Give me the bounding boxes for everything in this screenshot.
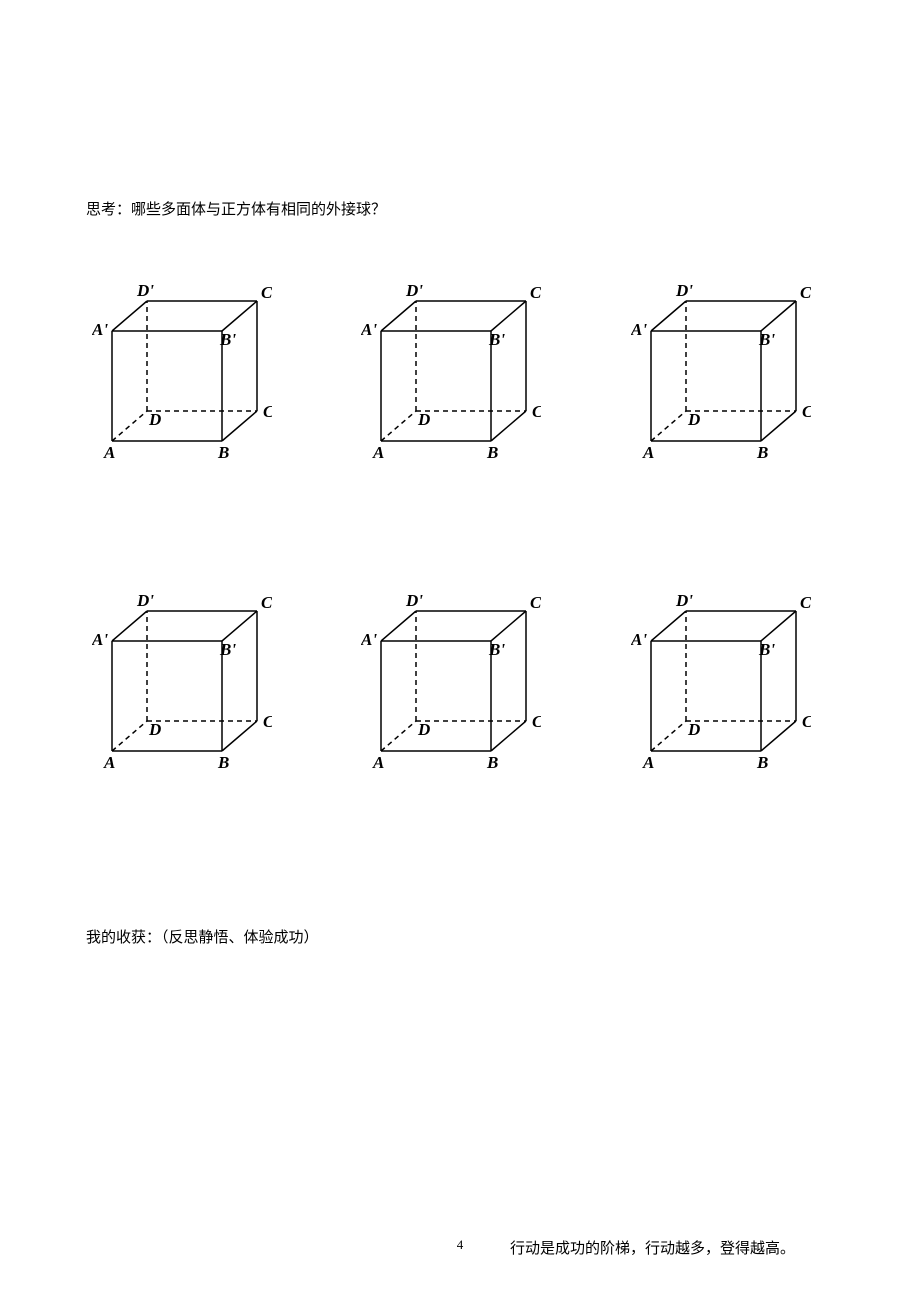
svg-text:A': A' (361, 320, 377, 339)
question-text: 思考：哪些多面体与正方体有相同的外接球？ (86, 198, 834, 219)
svg-text:C': C' (800, 593, 811, 612)
svg-text:D: D (148, 410, 161, 429)
cube-diagram: A B C D A' B' C' D' (631, 591, 811, 771)
cube-diagram: A B C D A' B' C' D' (631, 281, 811, 461)
svg-text:A: A (372, 753, 384, 771)
svg-text:B: B (486, 753, 498, 771)
svg-text:D': D' (405, 281, 423, 300)
svg-text:D': D' (136, 591, 154, 610)
svg-text:B': B' (219, 330, 236, 349)
svg-text:A': A' (92, 630, 108, 649)
cube-diagram: A B C D A' B' C' D' (361, 591, 541, 771)
svg-text:B: B (217, 443, 229, 461)
svg-text:B': B' (219, 640, 236, 659)
svg-text:C': C' (530, 283, 541, 302)
svg-text:B: B (756, 443, 768, 461)
svg-text:A': A' (631, 320, 647, 339)
svg-text:B: B (756, 753, 768, 771)
harvest-text: 我的收获：（反思静悟、体验成功） (86, 926, 834, 947)
svg-text:C': C' (261, 593, 272, 612)
svg-text:A: A (642, 753, 654, 771)
svg-text:D': D' (405, 591, 423, 610)
svg-text:B: B (217, 753, 229, 771)
svg-text:A': A' (631, 630, 647, 649)
svg-text:B': B' (488, 330, 505, 349)
svg-text:D': D' (136, 281, 154, 300)
svg-text:A: A (642, 443, 654, 461)
cube-diagram: A B C D A' B' C' D' (92, 281, 272, 461)
svg-text:D: D (687, 410, 700, 429)
svg-text:B': B' (758, 330, 775, 349)
svg-text:A: A (103, 443, 115, 461)
svg-text:A: A (103, 753, 115, 771)
svg-text:A: A (372, 443, 384, 461)
svg-text:D': D' (675, 281, 693, 300)
svg-text:B': B' (758, 640, 775, 659)
svg-text:B': B' (488, 640, 505, 659)
footer-note: 行动是成功的阶梯，行动越多，登得越高。 (510, 1237, 795, 1258)
svg-text:C: C (532, 402, 541, 421)
svg-text:D: D (148, 720, 161, 739)
cube-diagram: A B C D A' B' C' D' (361, 281, 541, 461)
svg-text:C: C (263, 712, 272, 731)
svg-text:C: C (532, 712, 541, 731)
svg-text:A': A' (361, 630, 377, 649)
svg-text:B: B (486, 443, 498, 461)
svg-text:C: C (263, 402, 272, 421)
svg-text:C': C' (800, 283, 811, 302)
svg-text:C': C' (261, 283, 272, 302)
svg-text:C': C' (530, 593, 541, 612)
svg-text:C: C (802, 402, 811, 421)
svg-text:D': D' (675, 591, 693, 610)
svg-text:D: D (417, 720, 430, 739)
svg-text:A': A' (92, 320, 108, 339)
page-content: 思考：哪些多面体与正方体有相同的外接球？ A B C D A' B' C' D' A B C D A'… (0, 0, 920, 947)
svg-text:D: D (687, 720, 700, 739)
svg-text:D: D (417, 410, 430, 429)
page-number: 4 (457, 1237, 464, 1253)
cube-diagram: A B C D A' B' C' D' (92, 591, 272, 771)
cube-grid: A B C D A' B' C' D' A B C D A' B' C' D' A B C D A' B' C' D' A… (86, 281, 834, 771)
svg-text:C: C (802, 712, 811, 731)
